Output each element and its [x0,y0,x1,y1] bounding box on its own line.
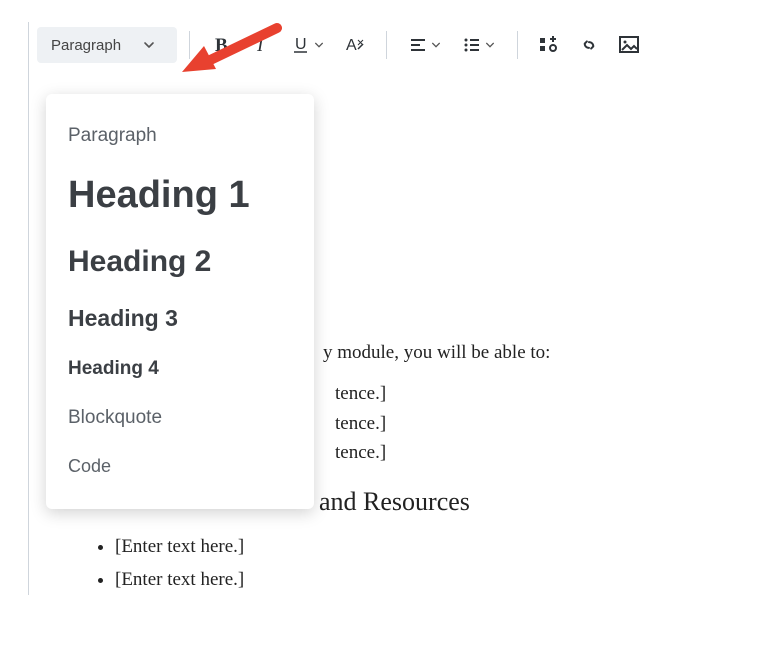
format-option-heading1[interactable]: Heading 1 [46,161,314,231]
format-option-heading3[interactable]: Heading 3 [46,292,314,345]
chevron-down-icon [431,40,441,50]
bullet-list: [Enter text here.] [Enter text here.] [59,532,748,595]
italic-button[interactable]: I [242,27,280,63]
link-icon [579,35,599,55]
list-item[interactable]: [Enter text here.] [115,532,748,561]
separator [189,31,190,59]
separator [517,31,518,59]
content-intro-fragment: y module, you will be able to: [323,338,748,367]
align-left-icon [409,36,427,54]
svg-text:U: U [295,36,307,53]
format-option-heading2[interactable]: Heading 2 [46,231,314,292]
list-button[interactable] [453,27,505,63]
format-option-heading4[interactable]: Heading 4 [46,345,314,394]
separator [386,31,387,59]
insert-quiz-button[interactable] [530,27,568,63]
underline-button[interactable]: U [282,27,334,63]
align-button[interactable] [399,27,451,63]
chevron-down-icon [314,40,324,50]
content-objective-fragment: tence.] [335,379,748,408]
svg-text:I: I [256,35,265,55]
format-dropdown: Paragraph Heading 1 Heading 2 Heading 3 … [46,94,314,509]
format-option-code[interactable]: Code [46,443,314,491]
format-option-paragraph[interactable]: Paragraph [46,112,314,161]
svg-text:B: B [215,35,228,55]
svg-text:A: A [346,37,357,54]
format-option-blockquote[interactable]: Blockquote [46,394,314,443]
bullet-list-icon [463,36,481,54]
section-heading-fragment: and Resources [319,482,748,522]
bold-button[interactable]: B [202,27,240,63]
format-select-label: Paragraph [51,37,121,54]
chevron-down-icon [143,39,155,51]
image-icon [619,36,639,54]
list-item[interactable]: [Enter text here.] [115,565,748,594]
content-objective-fragment: tence.] [335,409,748,438]
image-button[interactable] [610,27,648,63]
format-select[interactable]: Paragraph [37,27,177,63]
chevron-down-icon [485,40,495,50]
clear-format-button[interactable]: A [336,27,374,63]
insert-icon [539,36,559,54]
toolbar: Paragraph B I U A [29,22,777,68]
link-button[interactable] [570,27,608,63]
content-objective-fragment: tence.] [335,438,748,467]
